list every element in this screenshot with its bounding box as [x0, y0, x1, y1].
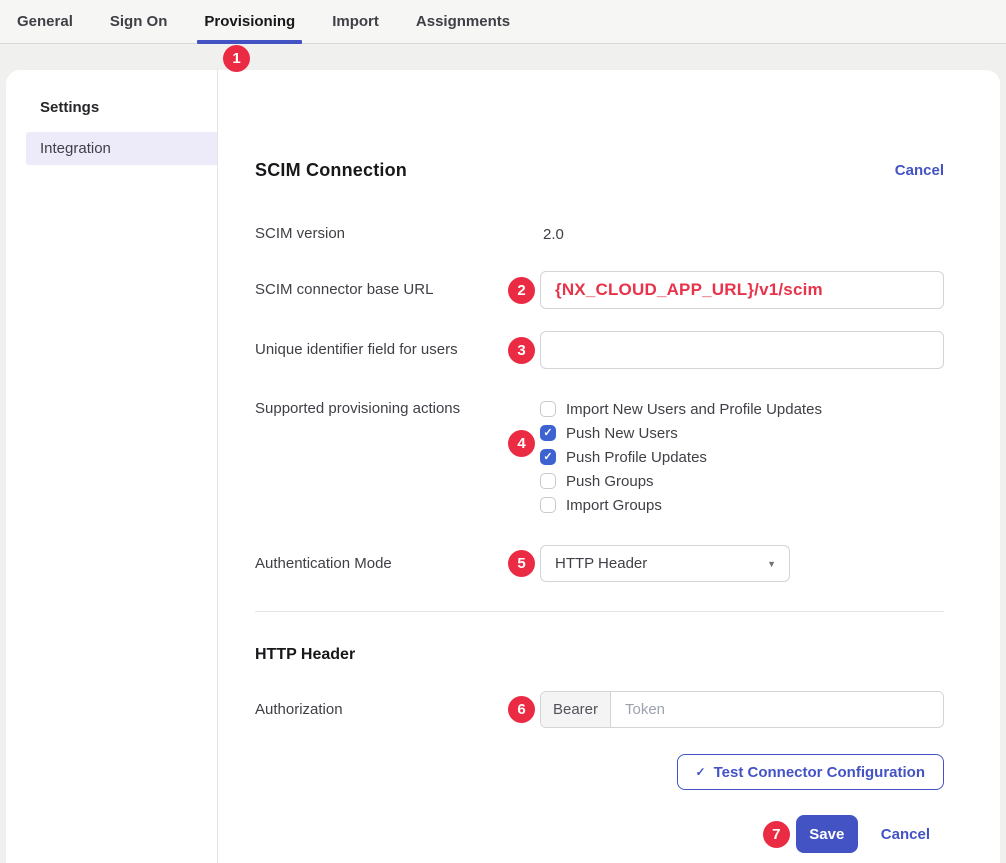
- tab-general[interactable]: General: [17, 0, 73, 43]
- checkbox-label: Import Groups: [566, 497, 662, 514]
- auth-mode-label: Authentication Mode: [255, 554, 503, 574]
- checkbox-row-push-groups[interactable]: ✓ Push Groups: [540, 469, 944, 493]
- scim-version-value: 2.0: [543, 226, 564, 243]
- http-header-section-title: HTTP Header: [255, 646, 944, 664]
- auth-mode-selected-value: HTTP Header: [555, 555, 647, 572]
- sidebar-header-settings: Settings: [6, 98, 217, 118]
- checkbox-row-import-users-updates[interactable]: ✓ Import New Users and Profile Updates: [540, 397, 944, 421]
- checkbox-push-profile-updates[interactable]: ✓: [540, 449, 556, 465]
- test-connector-button-label: Test Connector Configuration: [714, 764, 925, 781]
- provisioning-settings-page: General Sign On Provisioning Import Assi…: [0, 0, 1006, 863]
- tab-assignments[interactable]: Assignments: [416, 0, 510, 43]
- token-input[interactable]: [611, 692, 943, 727]
- step-badge-4: 4: [508, 430, 535, 457]
- bearer-prefix: Bearer: [541, 692, 611, 727]
- checkbox-label: Import New Users and Profile Updates: [566, 401, 822, 418]
- checkbox-label: Push New Users: [566, 425, 678, 442]
- checkmark-icon: ✓: [543, 452, 552, 463]
- app-tab-bar: General Sign On Provisioning Import Assi…: [0, 0, 1006, 44]
- authorization-input-group: Bearer: [540, 691, 944, 728]
- authorization-label: Authorization: [255, 700, 503, 720]
- unique-id-input[interactable]: [540, 331, 944, 369]
- step-badge-2: 2: [508, 277, 535, 304]
- checkbox-push-groups[interactable]: ✓: [540, 473, 556, 489]
- step-badge-3: 3: [508, 337, 535, 364]
- test-connector-button[interactable]: ✓ Test Connector Configuration: [677, 754, 944, 790]
- base-url-label: SCIM connector base URL: [255, 280, 503, 300]
- checkbox-label: Push Profile Updates: [566, 449, 707, 466]
- content-card: Settings Integration SCIM Connection Can…: [6, 70, 1000, 863]
- tab-import[interactable]: Import: [332, 0, 379, 43]
- checkmark-icon: ✓: [543, 428, 552, 439]
- auth-mode-select[interactable]: HTTP Header ▼: [540, 545, 790, 582]
- checkbox-row-import-groups[interactable]: ✓ Import Groups: [540, 493, 944, 517]
- checkbox-import-users-updates[interactable]: ✓: [540, 401, 556, 417]
- checkbox-row-push-new-users[interactable]: ✓ Push New Users: [540, 421, 944, 445]
- checkbox-push-new-users[interactable]: ✓: [540, 425, 556, 441]
- cancel-link-bottom[interactable]: Cancel: [881, 826, 930, 843]
- step-badge-7: 7: [763, 821, 790, 848]
- step-badge-1: 1: [223, 45, 250, 72]
- settings-sidebar: Settings Integration: [6, 70, 218, 863]
- unique-id-label: Unique identifier field for users: [255, 340, 503, 360]
- step-badge-6: 6: [508, 696, 535, 723]
- base-url-input[interactable]: [540, 271, 944, 309]
- chevron-down-icon: ▼: [767, 559, 776, 569]
- page-title: SCIM Connection: [255, 160, 407, 181]
- checkbox-row-push-profile-updates[interactable]: ✓ Push Profile Updates: [540, 445, 944, 469]
- tab-sign-on[interactable]: Sign On: [110, 0, 168, 43]
- scim-version-label: SCIM version: [255, 224, 503, 244]
- sidebar-item-integration[interactable]: Integration: [26, 132, 217, 165]
- save-button[interactable]: Save: [796, 815, 858, 853]
- section-divider: [255, 611, 944, 612]
- check-icon: ✓: [696, 765, 706, 779]
- cancel-link-top[interactable]: Cancel: [895, 162, 944, 179]
- scim-connection-panel: SCIM Connection Cancel SCIM version 2.0 …: [218, 70, 1000, 863]
- checkbox-label: Push Groups: [566, 473, 654, 490]
- checkbox-import-groups[interactable]: ✓: [540, 497, 556, 513]
- tab-provisioning[interactable]: Provisioning: [204, 0, 295, 43]
- provisioning-actions-label: Supported provisioning actions: [255, 397, 503, 421]
- step-badge-5: 5: [508, 550, 535, 577]
